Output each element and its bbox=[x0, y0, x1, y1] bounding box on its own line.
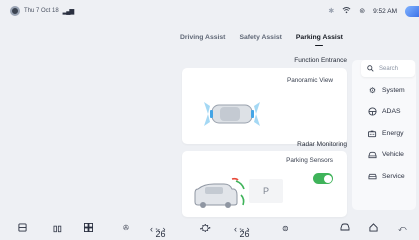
sidebar-item-system[interactable]: ⚙ System bbox=[368, 86, 405, 95]
sidebar-item-service[interactable]: Service bbox=[368, 172, 405, 181]
apps-icon[interactable] bbox=[84, 223, 93, 236]
temp-left-control[interactable]: ‹ 26 °c › bbox=[150, 223, 166, 239]
wifi-icon bbox=[342, 6, 351, 16]
pause-icon[interactable]: ▯▯ bbox=[53, 223, 62, 235]
sidebar-item-label: ADAS bbox=[382, 108, 401, 115]
function-entrance-title: Function Entrance bbox=[294, 57, 347, 64]
parking-sensors-toggle[interactable] bbox=[313, 173, 333, 184]
seat-heat-icon[interactable]: ⛮ bbox=[200, 223, 211, 235]
sidebar-item-label: Vehicle bbox=[382, 151, 404, 158]
tab-safety-assist[interactable]: Safety Assist bbox=[239, 34, 281, 46]
steering-wheel-icon bbox=[368, 107, 377, 116]
tab-bar: Driving Assist Safety Assist Parking Ass… bbox=[180, 34, 343, 46]
status-date: Thu 7 Oct 18 bbox=[24, 8, 59, 14]
fan-icon[interactable]: ✇ bbox=[123, 223, 129, 235]
parking-car-icon bbox=[194, 177, 245, 208]
sidebar-item-label: System bbox=[382, 87, 405, 94]
radar-monitoring-title: Radar Monitoring bbox=[297, 141, 347, 148]
bottom-dock: ▯▯ ✇ ‹ 26 °c › ⛮ ‹ 26 °c › ⊜ ⤺ bbox=[0, 218, 419, 240]
sidebar-item-vehicle[interactable]: Vehicle bbox=[368, 150, 404, 159]
sidebar-item-energy[interactable]: Energy bbox=[368, 129, 404, 138]
battery-icon bbox=[368, 129, 377, 138]
sidebar-item-label: Service bbox=[382, 173, 405, 180]
signal-icon: ▂▄▆ bbox=[62, 8, 75, 15]
status-bar: Thu 7 Oct 18 ▂▄▆ ✱ ⊚ 9:52 AM bbox=[0, 0, 419, 22]
parking-space-label: P bbox=[262, 186, 269, 196]
tab-parking-assist[interactable]: Parking Assist bbox=[296, 34, 343, 46]
home-icon[interactable] bbox=[369, 223, 378, 236]
temp-right-value: 26 bbox=[239, 229, 250, 239]
parking-space-box: P bbox=[249, 179, 283, 203]
wrench-icon bbox=[368, 172, 377, 181]
gear-icon: ⚙ bbox=[368, 86, 377, 95]
status-time: 9:52 AM bbox=[373, 7, 397, 15]
panoramic-view-card[interactable]: Panoramic View bbox=[182, 68, 347, 144]
parking-sensors-card: Parking Sensors P bbox=[182, 151, 347, 217]
main-content: Driving Assist Safety Assist Parking Ass… bbox=[0, 22, 419, 218]
location-icon: ⊚ bbox=[359, 7, 366, 15]
dock-car-icon[interactable] bbox=[340, 223, 350, 235]
temp-left-value: 26 bbox=[155, 229, 166, 239]
copy-icon[interactable] bbox=[18, 223, 27, 236]
search-placeholder: Search bbox=[379, 65, 399, 72]
panoramic-view-label: Panoramic View bbox=[286, 77, 333, 84]
bluetooth-icon: ✱ bbox=[328, 7, 335, 15]
parking-sensors-label: Parking Sensors bbox=[286, 157, 333, 164]
sidebar-item-label: Energy bbox=[382, 130, 404, 137]
temp-right-control[interactable]: ‹ 26 °c › bbox=[234, 223, 250, 239]
search-icon bbox=[367, 65, 374, 72]
tab-driving-assist[interactable]: Driving Assist bbox=[180, 34, 225, 46]
avatar-icon[interactable] bbox=[10, 6, 20, 16]
sidebar-item-adas[interactable]: ADAS bbox=[368, 107, 401, 116]
car-icon bbox=[368, 150, 377, 159]
back-icon[interactable]: ⤺ bbox=[398, 223, 407, 235]
panoramic-car-icon bbox=[204, 102, 260, 126]
assistant-icon[interactable] bbox=[405, 5, 419, 17]
search-input[interactable]: Search bbox=[361, 60, 415, 77]
defrost-icon[interactable]: ⊜ bbox=[282, 223, 289, 235]
